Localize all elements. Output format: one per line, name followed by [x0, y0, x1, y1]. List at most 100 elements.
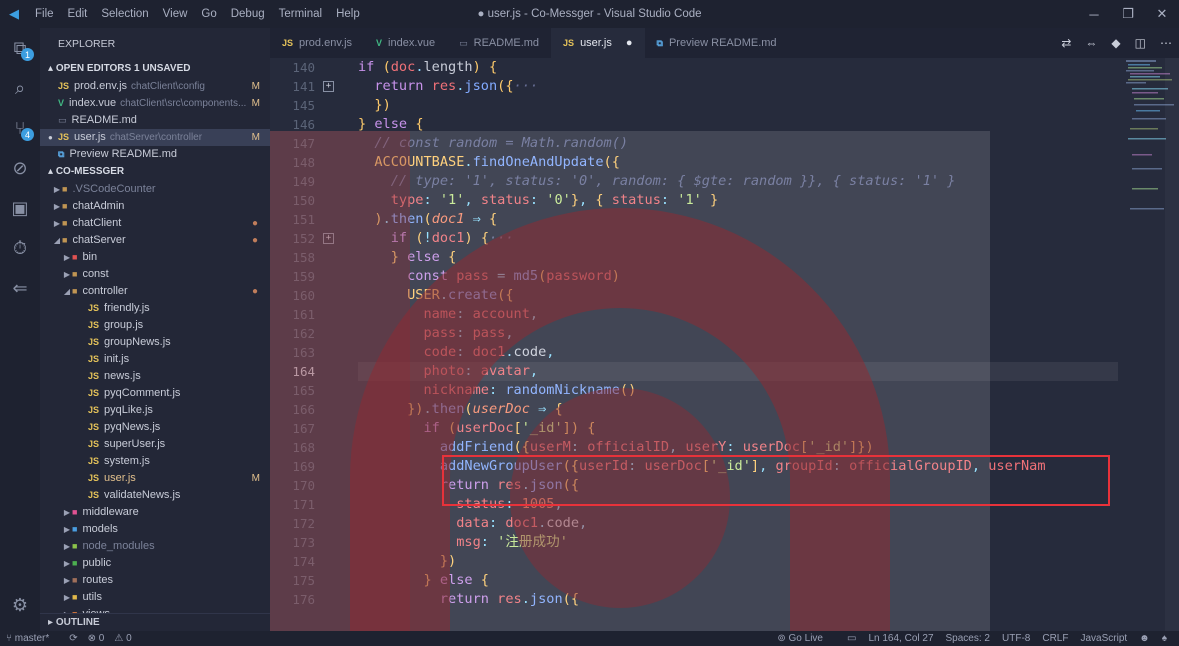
feedback-icon[interactable]: ☻ — [1139, 633, 1150, 644]
code-line: }) — [374, 97, 391, 113]
line-number: 160 — [292, 288, 315, 303]
split-editor-icon[interactable]: ◫ — [1128, 36, 1153, 50]
tree-file[interactable]: JS pyqNews.js — [40, 419, 270, 436]
tree-file[interactable]: JS init.js — [40, 351, 270, 368]
tree-folder[interactable]: ▶ ■ public — [40, 555, 270, 572]
tab-label: prod.env.js — [299, 37, 353, 49]
open-editor-item[interactable]: V index.vue chatClient\src\components...… — [40, 95, 270, 112]
fold-expand-icon[interactable]: + — [323, 81, 334, 92]
tree-folder[interactable]: ◢ ■ controller ● — [40, 283, 270, 300]
tree-folder[interactable]: ▶ ■ routes — [40, 572, 270, 589]
indentation[interactable]: Spaces: 2 — [946, 633, 990, 644]
code-line: if (!doc1) {··· — [390, 230, 514, 246]
tab-user-js[interactable]: JS user.js ● — [551, 28, 645, 58]
tree-folder[interactable]: ▶ ■ models — [40, 521, 270, 538]
tree-folder[interactable]: ▶ ■ const — [40, 266, 270, 283]
branch-indicator[interactable]: ⑂ master* — [6, 633, 59, 644]
tree-folder[interactable]: ▶ ■ bin — [40, 249, 270, 266]
encoding[interactable]: UTF-8 — [1002, 633, 1030, 644]
outline-header[interactable]: ▸ OUTLINE — [40, 613, 270, 631]
tree-file[interactable]: JS system.js — [40, 453, 270, 470]
sync-icon[interactable]: ⟳ — [69, 633, 77, 644]
tab-preview-readme[interactable]: ⧉ Preview README.md — [645, 28, 789, 58]
tree-file[interactable]: JS pyqLike.js — [40, 402, 270, 419]
chevron-right-icon: ▶ — [63, 576, 71, 585]
errors-count[interactable]: ⊗ 0 — [88, 633, 105, 644]
project-header[interactable]: ▴ CO-MESSGER — [40, 163, 270, 181]
tab-index-vue[interactable]: Vindex.vue — [364, 28, 447, 58]
open-editor-item[interactable]: JS prod.env.js chatClient\config M — [40, 78, 270, 95]
live-share-icon[interactable]: ⇐ — [0, 268, 40, 308]
screen-icon[interactable]: ▭ — [847, 633, 856, 644]
code-line: status: 1005, — [456, 496, 563, 512]
unsaved-dot-icon[interactable]: ● — [626, 37, 633, 49]
line-number: 152 + — [270, 229, 340, 248]
menu-selection[interactable]: Selection — [94, 8, 155, 20]
open-editors-header[interactable]: ▴ OPEN EDITORS 1 UNSAVED — [40, 60, 270, 78]
minimize-button[interactable]: ─ — [1077, 0, 1111, 28]
compare-icon[interactable]: ⇄ — [1054, 36, 1078, 50]
tree-folder[interactable]: ▶ ■ .VSCodeCounter — [40, 181, 270, 198]
code-line: }) — [439, 553, 457, 569]
tree-file[interactable]: JS news.js — [40, 368, 270, 385]
extensions-icon[interactable]: ▣ — [0, 188, 40, 228]
folder-icon: ■ — [62, 218, 68, 228]
maximize-button[interactable]: ❐ — [1111, 0, 1145, 28]
tree-folder[interactable]: ▶ ■ chatClient ● — [40, 215, 270, 232]
open-editor-item[interactable]: ▭ README.md — [40, 112, 270, 129]
more-actions-icon[interactable]: ⋯ — [1153, 36, 1179, 50]
code-content[interactable]: if (doc.length) { return res.json({··· }… — [358, 58, 1118, 609]
warnings-count[interactable]: ⚠ 0 — [114, 633, 131, 644]
js-file-icon: JS — [563, 38, 575, 48]
open-editor-path: chatClient\src\components... — [120, 98, 247, 109]
cursor-position[interactable]: Ln 164, Col 27 — [868, 633, 933, 644]
menu-debug[interactable]: Debug — [224, 8, 272, 20]
tree-file-active[interactable]: JS user.js M — [40, 470, 270, 487]
open-editor-item[interactable]: ⧉ Preview README.md — [40, 146, 270, 163]
debug-icon[interactable]: ⊘ — [0, 148, 40, 188]
fold-expand-icon[interactable]: + — [323, 233, 334, 244]
code-line: addNewGroupUser({userId: userDoc['_id'],… — [439, 458, 1046, 474]
unsaved-dot-icon[interactable]: ● — [48, 129, 58, 146]
line-number: 166 — [292, 402, 315, 417]
tree-folder[interactable]: ▶ ■ middleware — [40, 504, 270, 521]
gear-icon[interactable]: ⚙ — [0, 585, 40, 625]
open-editor-path: chatClient\config — [131, 81, 205, 92]
tree-file[interactable]: JS validateNews.js — [40, 487, 270, 504]
code-editor[interactable]: 140 141 + 145 146 147 148 149 150 151 152 + 158 159 16… — [270, 58, 1179, 631]
tree-file[interactable]: JS groupNews.js — [40, 334, 270, 351]
go-live-button[interactable]: ⊚ Go Live — [777, 633, 835, 644]
modified-dot-icon: ● — [251, 286, 258, 297]
tree-file[interactable]: JS group.js — [40, 317, 270, 334]
menu-help[interactable]: Help — [329, 8, 367, 20]
menu-edit[interactable]: Edit — [61, 8, 95, 20]
menu-file[interactable]: File — [28, 8, 61, 20]
code-line-current: photo: avatar, — [358, 362, 1118, 381]
explorer-icon[interactable]: ⧉ 1 — [0, 28, 40, 68]
go-forward-icon[interactable]: ◆ — [1104, 36, 1127, 50]
vertical-scrollbar[interactable] — [1165, 58, 1179, 631]
tree-folder[interactable]: ◢ ■ chatServer ● — [40, 232, 270, 249]
language-mode[interactable]: JavaScript — [1080, 633, 1127, 644]
tree-folder[interactable]: ▶ ■ chatAdmin — [40, 198, 270, 215]
tree-folder[interactable]: ▶ ■ node_modules — [40, 538, 270, 555]
open-editor-name: index.vue — [69, 97, 117, 109]
line-endings[interactable]: CRLF — [1042, 633, 1068, 644]
search-icon[interactable]: ⌕ — [0, 68, 40, 108]
go-back-icon[interactable]: ⇔ — [1078, 36, 1104, 50]
tree-folder[interactable]: ▶ ■ utils — [40, 589, 270, 606]
menu-go[interactable]: Go — [194, 8, 223, 20]
notifications-icon[interactable]: ♠ — [1162, 633, 1167, 644]
source-control-icon[interactable]: ⑂ 4 — [0, 108, 40, 148]
tree-file[interactable]: JS pyqComment.js — [40, 385, 270, 402]
timeline-icon[interactable]: ⏱ — [0, 228, 40, 268]
tab-readme[interactable]: ▭ README.md — [447, 28, 551, 58]
close-button[interactable]: ✕ — [1145, 0, 1179, 28]
open-editor-item-active[interactable]: ● JS user.js chatServer\controller M — [40, 129, 270, 146]
menu-terminal[interactable]: Terminal — [272, 8, 329, 20]
tab-prod-env[interactable]: JS prod.env.js — [270, 28, 364, 58]
modified-flag: M — [251, 98, 260, 109]
menu-view[interactable]: View — [156, 8, 195, 20]
tree-file[interactable]: JS friendly.js — [40, 300, 270, 317]
tree-file[interactable]: JS superUser.js — [40, 436, 270, 453]
